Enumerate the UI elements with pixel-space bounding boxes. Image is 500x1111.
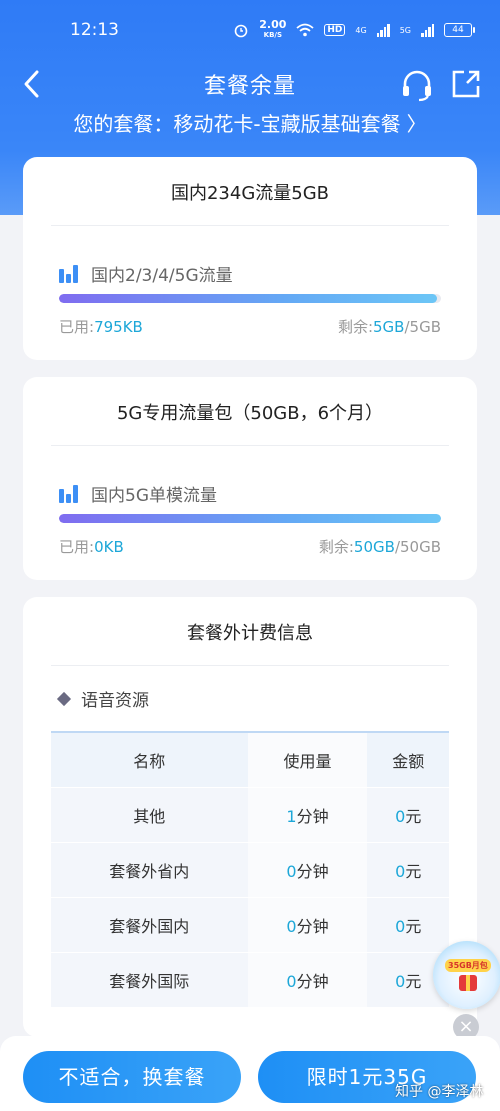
cell-usage: 1分钟	[247, 787, 368, 843]
usage-progress-fill	[59, 514, 441, 523]
table-header-row: 名称 使用量 金额	[51, 731, 449, 788]
alarm-icon	[234, 24, 248, 38]
data-usage-card-2: 5G专用流量包（50GB，6个月） 国内5G单模流量 已用:0KB 剩余:50G…	[23, 377, 477, 580]
usage-number: 0	[286, 917, 297, 936]
watermark: 知乎 @李泽林	[395, 1084, 484, 1100]
speed-unit: KB/S	[263, 31, 282, 39]
extra-fees-card: 套餐外计费信息 语音资源 名称 使用量 金额 其他 1分钟 0元 套餐外省内 0…	[23, 597, 477, 1037]
gift-icon	[459, 975, 477, 991]
usage-item-label: 国内5G单模流量	[91, 486, 217, 506]
status-icons: 2.00 KB/S HD 4G 5G 44	[233, 18, 475, 40]
amount-number: 0	[395, 972, 406, 991]
cell-usage: 0分钟	[247, 897, 368, 953]
table-row: 套餐外国内 0分钟 0元	[51, 897, 449, 953]
usage-unit: 分钟	[296, 917, 329, 936]
network-4g: 4G	[355, 25, 367, 35]
card-title: 5G专用流量包（50GB，6个月）	[116, 403, 384, 424]
current-plan-link[interactable]: 您的套餐：移动花卡-宝藏版基础套餐〉	[0, 108, 500, 137]
chart-bars-icon	[59, 484, 79, 503]
cell-usage: 0分钟	[247, 842, 368, 898]
remain-total: /5GB	[404, 318, 441, 336]
column-header: 金额	[367, 731, 449, 788]
used-amount: 已用:0KB	[59, 536, 124, 557]
card-title: 国内234G流量5GB	[170, 183, 330, 204]
status-time: 12:13	[70, 20, 119, 40]
headset-icon[interactable]	[400, 68, 434, 102]
usage-unit: 分钟	[296, 807, 329, 826]
fees-table: 名称 使用量 金额 其他 1分钟 0元 套餐外省内 0分钟 0元 套餐外国内 0…	[51, 731, 449, 1008]
divider	[51, 445, 449, 446]
cell-amount: 0元	[367, 897, 449, 953]
remain-value: 50GB	[353, 538, 395, 556]
status-bar: 12:13 2.00 KB/S HD 4G 5G 44	[0, 0, 500, 60]
current-plan-text: 您的套餐：移动花卡-宝藏版基础套餐	[73, 112, 401, 136]
remaining-amount: 剩余:5GB/5GB	[338, 316, 441, 337]
voice-section-label: 语音资源	[56, 686, 149, 711]
used-label: 已用:	[59, 318, 95, 336]
nav-bar: 套餐余量	[0, 60, 500, 110]
divider	[51, 225, 449, 226]
wifi-icon	[296, 23, 314, 37]
card-title: 套餐外计费信息	[187, 623, 313, 644]
promo-tag: 35GB月包	[445, 959, 491, 972]
network-speed: 2.00 KB/S	[259, 18, 287, 40]
remain-total: /50GB	[394, 538, 441, 556]
change-plan-button[interactable]: 不适合，换套餐	[23, 1051, 241, 1103]
used-value: 795KB	[94, 318, 143, 336]
used-value: 0KB	[94, 538, 124, 556]
table-row: 其他 1分钟 0元	[51, 787, 449, 843]
signal-icon	[376, 23, 390, 37]
amount-unit: 元	[405, 807, 422, 826]
network-5g: 5G	[399, 25, 411, 35]
usage-item: 国内2/3/4/5G流量	[59, 261, 233, 286]
battery-icon: 44	[444, 23, 475, 37]
amount-number: 0	[395, 807, 406, 826]
usage-item: 国内5G单模流量	[59, 481, 217, 506]
usage-number: 0	[286, 972, 297, 991]
cell-usage: 0分钟	[247, 952, 368, 1008]
amount-unit: 元	[405, 972, 422, 991]
share-icon[interactable]	[450, 68, 482, 100]
used-label: 已用:	[59, 538, 95, 556]
table-row: 套餐外国际 0分钟 0元	[51, 952, 449, 1008]
section-label-text: 语音资源	[81, 691, 149, 711]
usage-progress-fill	[59, 294, 438, 303]
usage-number: 1	[286, 807, 297, 826]
usage-progress-bar	[59, 514, 441, 523]
divider	[51, 665, 449, 666]
hd-badge: HD	[324, 24, 346, 36]
data-usage-card-1: 国内234G流量5GB 国内2/3/4/5G流量 已用:795KB 剩余:5GB…	[23, 157, 477, 360]
usage-unit: 分钟	[296, 862, 329, 881]
cell-name: 套餐外国内	[51, 897, 248, 953]
remain-label: 剩余:	[318, 538, 354, 556]
column-header: 使用量	[247, 731, 368, 788]
column-header: 名称	[51, 731, 248, 788]
chevron-right-icon: 〉	[406, 112, 427, 136]
cell-amount: 0元	[367, 842, 449, 898]
cell-name: 套餐外省内	[51, 842, 248, 898]
amount-unit: 元	[405, 917, 422, 936]
usage-unit: 分钟	[296, 972, 329, 991]
used-amount: 已用:795KB	[59, 316, 143, 337]
usage-item-label: 国内2/3/4/5G流量	[91, 266, 233, 286]
cell-name: 套餐外国际	[51, 952, 248, 1008]
usage-progress-bar	[59, 294, 441, 303]
floating-promo-badge[interactable]: 35GB月包	[433, 941, 500, 1009]
chart-bars-icon	[59, 264, 79, 283]
signal-icon-2	[421, 23, 434, 37]
amount-unit: 元	[405, 862, 422, 881]
remain-value: 5GB	[373, 318, 405, 336]
remaining-amount: 剩余:50GB/50GB	[319, 536, 441, 557]
amount-number: 0	[395, 862, 406, 881]
speed-value: 2.00	[259, 18, 287, 31]
amount-number: 0	[395, 917, 406, 936]
table-row: 套餐外省内 0分钟 0元	[51, 842, 449, 898]
cell-name: 其他	[51, 787, 248, 843]
remain-label: 剩余:	[337, 318, 374, 336]
diamond-icon	[56, 691, 72, 706]
cell-amount: 0元	[367, 787, 449, 843]
usage-number: 0	[286, 862, 297, 881]
